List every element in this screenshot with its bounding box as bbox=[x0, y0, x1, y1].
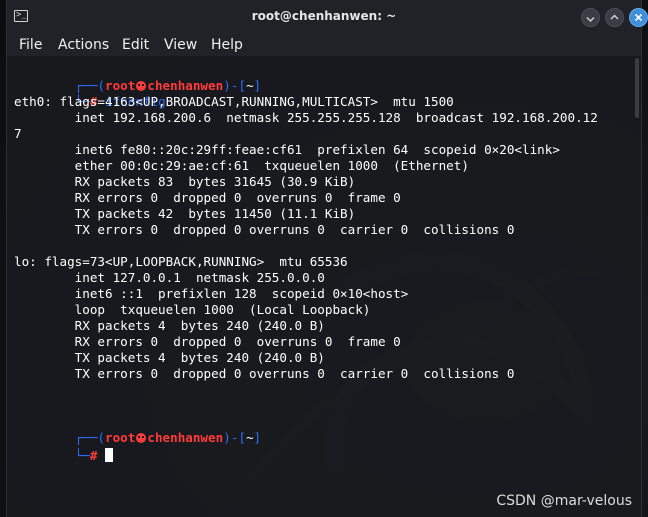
menu-actions[interactable]: Actions bbox=[58, 37, 109, 53]
close-icon bbox=[634, 13, 643, 22]
menu-view[interactable]: View bbox=[164, 37, 197, 53]
close-button[interactable] bbox=[629, 8, 648, 27]
output-line: inet 127.0.0.1 netmask 255.0.0.0 bbox=[14, 270, 325, 285]
output-line: 7 bbox=[14, 126, 22, 141]
menu-edit[interactable]: Edit bbox=[122, 37, 149, 53]
window-title: root@chenhanwen: ~ bbox=[251, 9, 397, 23]
output-line: RX errors 0 dropped 0 overruns 0 frame 0 bbox=[14, 190, 401, 205]
prompt-dir: ~ bbox=[245, 430, 254, 445]
kali-skull-icon bbox=[136, 433, 147, 443]
prompt-symbol: # bbox=[89, 448, 98, 463]
output-line: inet6 fe80::20c:29ff:feae:cf61 prefixlen… bbox=[14, 142, 560, 157]
prompt-separator: )-[ bbox=[223, 78, 246, 93]
output-line: lo: flags=73<UP,LOOPBACK,RUNNING> mtu 65… bbox=[14, 254, 348, 269]
prompt-line-top: ┌──(root chenhanwen)-[~] bbox=[14, 62, 261, 93]
output-line: RX errors 0 dropped 0 overruns 0 frame 0 bbox=[14, 334, 401, 349]
desktop-background: >_ root@chenhanwen: ~ File Actions Edit … bbox=[0, 0, 648, 517]
prompt-separator: )-[ bbox=[223, 430, 246, 445]
output-line: TX errors 0 dropped 0 overruns 0 carrier… bbox=[14, 222, 515, 237]
maximize-icon bbox=[610, 14, 619, 20]
output-line: TX packets 42 bytes 11450 (11.1 KiB) bbox=[14, 206, 356, 221]
menu-file[interactable]: File bbox=[19, 37, 42, 53]
prompt-line-top: ┌──(root chenhanwen)-[~] bbox=[14, 414, 261, 445]
output-line: TX packets 4 bytes 240 (240.0 B) bbox=[14, 350, 325, 365]
output-line: loop txqueuelen 1000 (Local Loopback) bbox=[14, 302, 371, 317]
menu-help[interactable]: Help bbox=[211, 37, 243, 53]
terminal-window: >_ root@chenhanwen: ~ File Actions Edit … bbox=[6, 0, 648, 517]
input-line[interactable]: └─# bbox=[14, 430, 114, 463]
output-line: inet6 ::1 prefixlen 128 scopeid 0×10<hos… bbox=[14, 286, 409, 301]
terminal-output-area[interactable]: ┌──(root chenhanwen)-[~] └─# ifconfig eth… bbox=[7, 56, 641, 517]
maximize-button[interactable] bbox=[605, 8, 624, 27]
text-cursor bbox=[105, 448, 114, 462]
prompt-corner-bottom: └─ bbox=[74, 448, 90, 463]
prompt-close-bracket: ] bbox=[253, 430, 262, 445]
output-line: RX packets 4 bytes 240 (240.0 B) bbox=[14, 318, 325, 333]
minimize-button[interactable] bbox=[581, 8, 600, 27]
prompt-close-bracket: ] bbox=[253, 78, 262, 93]
output-line: RX packets 83 bytes 31645 (30.9 KiB) bbox=[14, 174, 356, 189]
scrollbar[interactable] bbox=[635, 58, 639, 118]
minimize-icon bbox=[586, 16, 595, 23]
output-line: ether 00:0c:29:ae:cf:61 txqueuelen 1000 … bbox=[14, 158, 469, 173]
output-line: eth0: flags=4163<UP,BROADCAST,RUNNING,MU… bbox=[14, 94, 454, 109]
command-line: └─# ifconfig bbox=[14, 78, 166, 109]
window-titlebar[interactable]: >_ root@chenhanwen: ~ bbox=[7, 0, 648, 35]
output-line: inet 192.168.200.6 netmask 255.255.255.1… bbox=[14, 110, 598, 125]
output-line: TX errors 0 dropped 0 overruns 0 carrier… bbox=[14, 366, 515, 381]
prompt-dir: ~ bbox=[245, 78, 254, 93]
prompt-host: chenhanwen bbox=[147, 430, 224, 445]
menu-bar: File Actions Edit View Help bbox=[7, 34, 641, 56]
csdn-watermark: CSDN @mar-velous bbox=[496, 493, 632, 509]
